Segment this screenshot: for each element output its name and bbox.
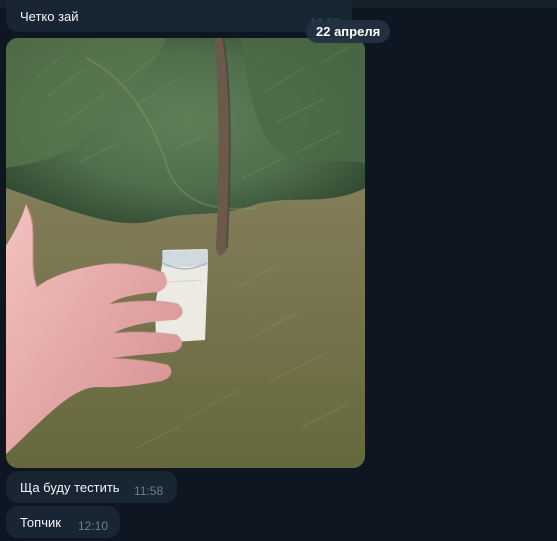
message-time: 11:58 [134, 484, 164, 498]
message-bubble[interactable]: Топчик 12:10 [6, 506, 120, 538]
photo-message[interactable] [6, 38, 365, 468]
message-text: Четко зай [20, 9, 79, 24]
message-bubble[interactable]: Ща буду тестить 11:58 [6, 471, 177, 503]
message-bubble[interactable]: Четко зай 12:59 [6, 0, 352, 32]
message-time: 12:10 [78, 519, 109, 533]
chat-area: Четко зай 12:59 [0, 0, 557, 541]
message-text: Ща буду тестить [20, 480, 120, 495]
photo-image [6, 38, 365, 468]
date-separator: 22 апреля [306, 20, 391, 43]
message-text: Топчик [20, 515, 61, 530]
